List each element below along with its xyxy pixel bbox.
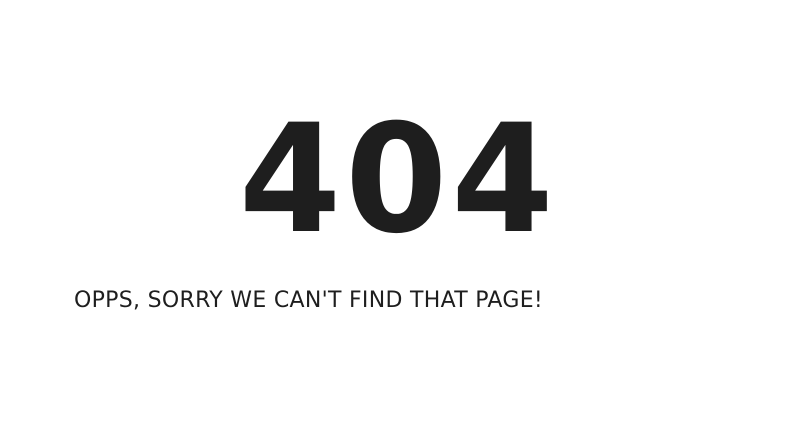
error-message: OPPS, SORRY WE CAN'T FIND THAT PAGE! — [74, 288, 544, 313]
error-code: 404 — [238, 93, 558, 267]
